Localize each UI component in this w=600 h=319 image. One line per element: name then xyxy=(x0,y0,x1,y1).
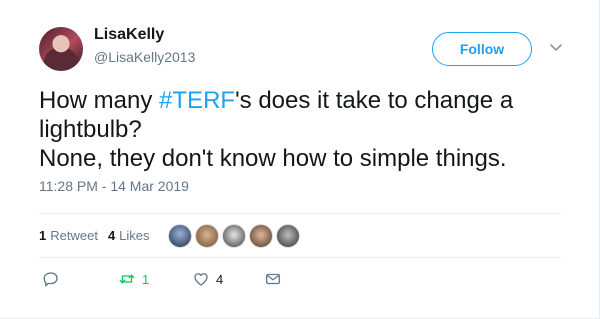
tweet-timestamp[interactable]: 11:28 PM - 14 Mar 2019 xyxy=(39,178,189,194)
tweet-text-line3: None, they don't know how to simple thin… xyxy=(39,145,507,172)
envelope-icon xyxy=(265,273,281,285)
reply-icon xyxy=(43,272,58,287)
divider xyxy=(39,213,561,214)
divider xyxy=(39,257,561,258)
liker-avatars xyxy=(168,224,300,248)
user-handle[interactable]: @LisaKelly2013 xyxy=(94,49,195,65)
liker-avatar[interactable] xyxy=(222,224,246,248)
user-display-name[interactable]: LisaKelly xyxy=(94,26,164,44)
tweet-card: LisaKelly @LisaKelly2013 Follow How many… xyxy=(0,0,600,319)
retweets-label: Retweet xyxy=(50,228,98,243)
direct-message-button[interactable] xyxy=(264,270,282,288)
follow-button[interactable]: Follow xyxy=(432,32,532,66)
liker-avatar[interactable] xyxy=(195,224,219,248)
tweet-text-line1-suffix: 's does it take to change a xyxy=(235,87,514,114)
tweet-actions: 1 4 xyxy=(0,270,600,294)
like-button[interactable]: 4 xyxy=(192,270,223,288)
tweet-text-prefix: How many xyxy=(39,87,160,114)
heart-icon xyxy=(194,273,208,286)
likes-label: Likes xyxy=(119,228,150,243)
engagement-stats: 1 Retweet 4 Likes xyxy=(39,228,150,243)
likes-count: 4 xyxy=(107,228,116,243)
tweet-text-line2: lightbulb? xyxy=(39,116,142,143)
reply-button[interactable] xyxy=(42,270,60,288)
avatar[interactable] xyxy=(39,27,83,71)
hashtag-link[interactable]: #TERF xyxy=(159,87,235,114)
chevron-down-icon[interactable] xyxy=(548,40,564,56)
likes-stat[interactable]: 4 Likes xyxy=(108,228,150,243)
retweets-count: 1 xyxy=(39,228,47,243)
retweet-count: 1 xyxy=(142,271,150,287)
retweet-button[interactable]: 1 xyxy=(118,270,149,288)
tweet-text: How many #TERF's does it take to change … xyxy=(39,86,579,173)
retweets-stat[interactable]: 1 Retweet xyxy=(39,228,98,243)
retweet-icon xyxy=(119,274,135,284)
liker-avatar[interactable] xyxy=(249,224,273,248)
liker-avatar[interactable] xyxy=(276,224,300,248)
liker-avatar[interactable] xyxy=(168,224,192,248)
like-count: 4 xyxy=(216,271,224,287)
